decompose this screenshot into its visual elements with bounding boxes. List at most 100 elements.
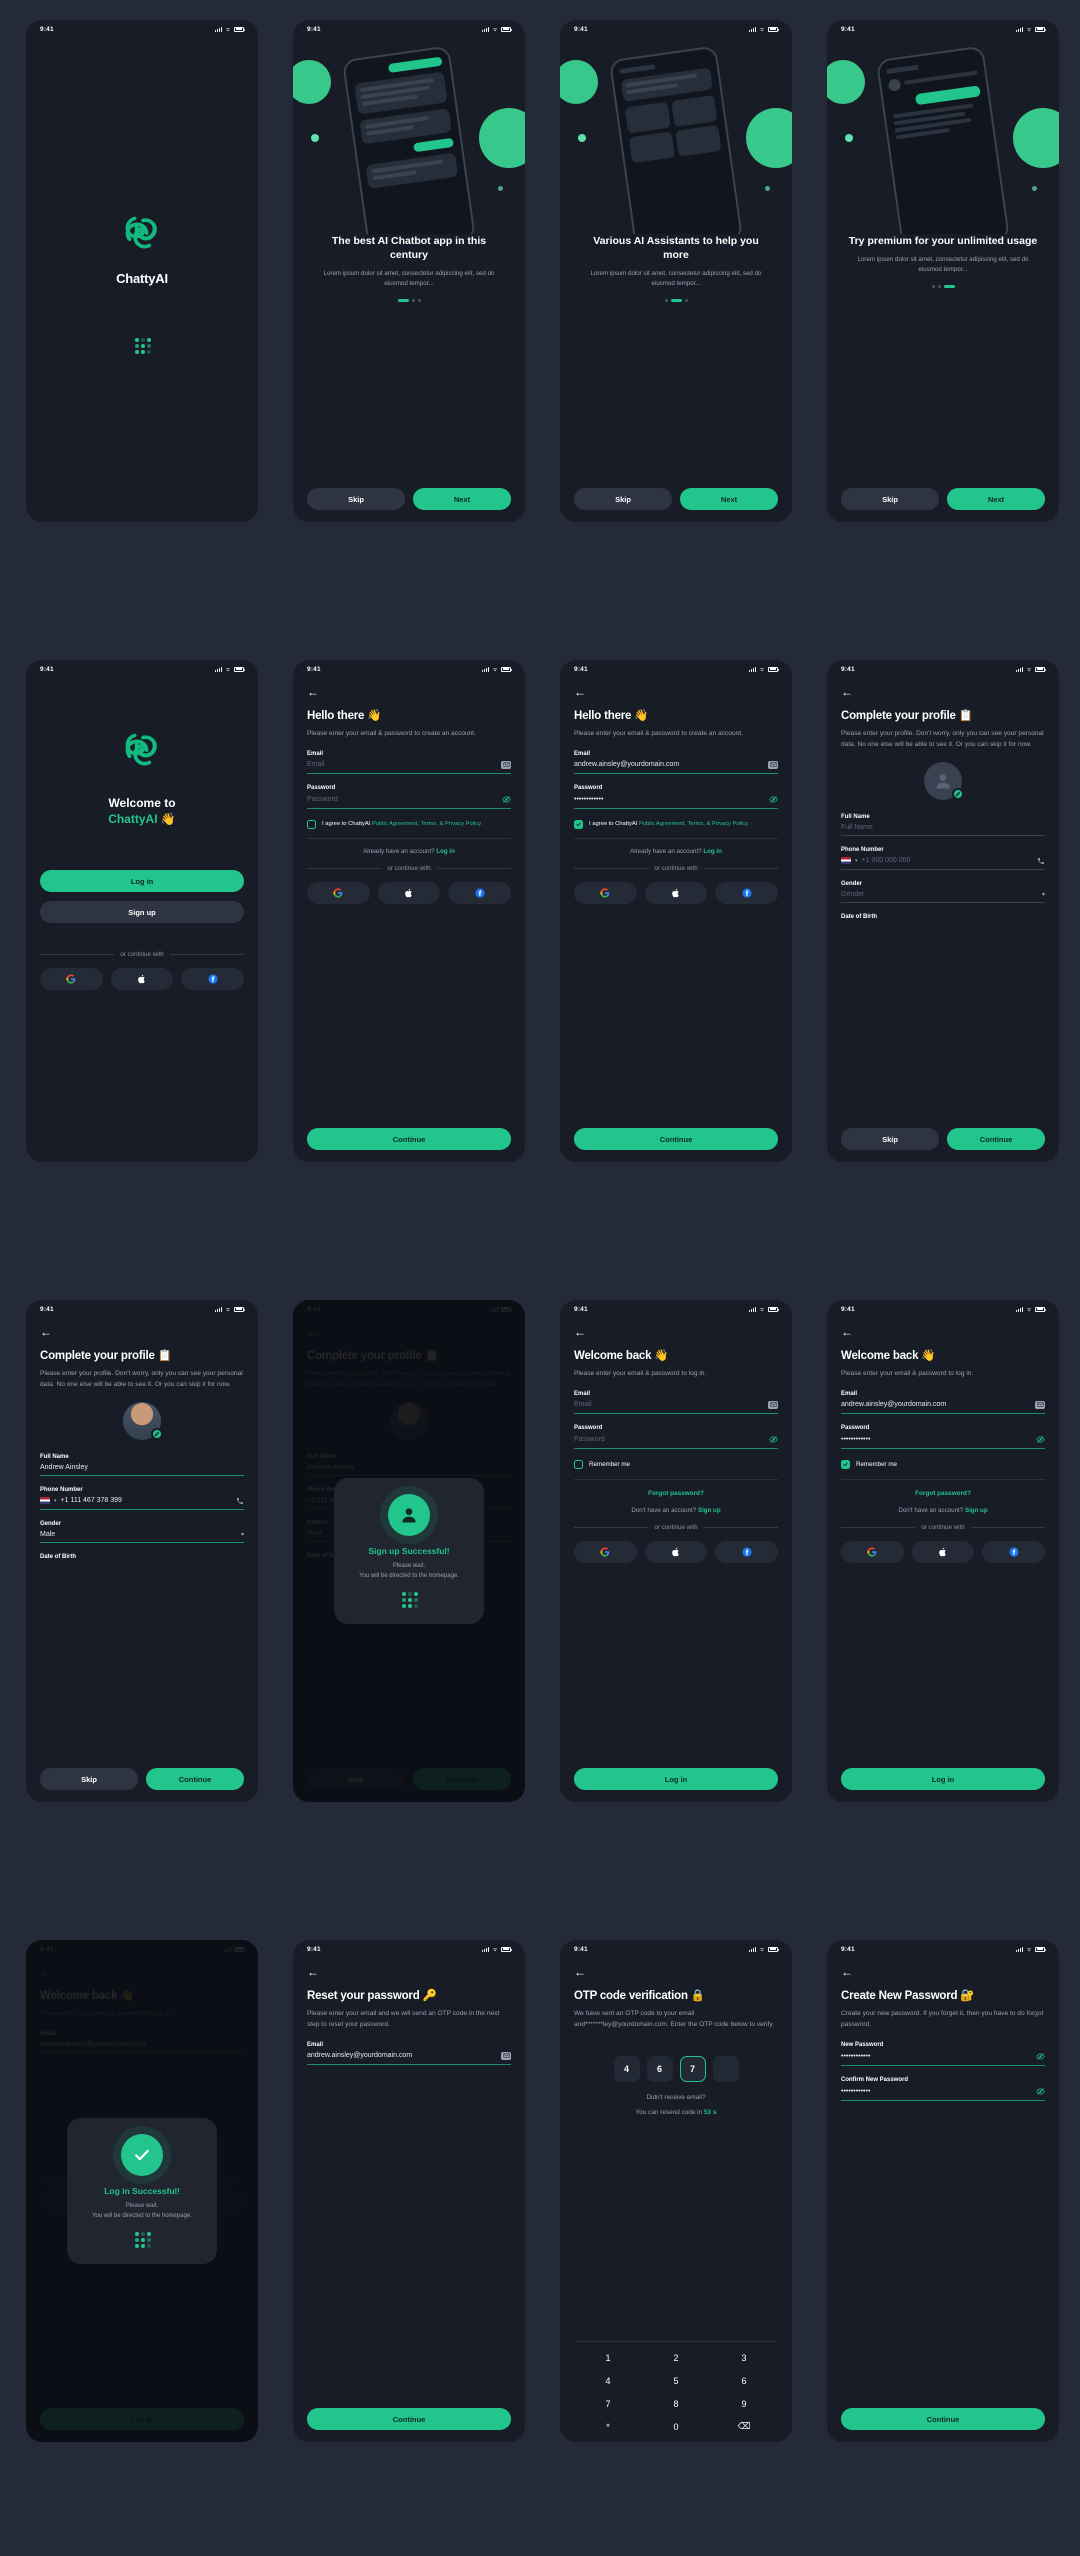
password-field[interactable]: Password <box>307 795 511 809</box>
avatar[interactable] <box>924 761 964 800</box>
password-field[interactable]: •••••••••••• <box>841 1435 1045 1449</box>
next-button[interactable]: Next <box>947 488 1045 510</box>
email-field[interactable]: andrew.ainsley@yourdomain.com <box>574 760 778 774</box>
back-button[interactable]: ← <box>40 1326 244 1338</box>
eye-off-icon[interactable] <box>1036 2052 1045 2061</box>
forgot-password-link[interactable]: Forgot password? <box>841 1490 1045 1497</box>
next-button[interactable]: Next <box>680 488 778 510</box>
back-button[interactable]: ← <box>841 1326 1045 1338</box>
facebook-login-button[interactable] <box>715 882 779 905</box>
eye-off-icon[interactable] <box>769 1435 778 1444</box>
eye-off-icon[interactable] <box>502 795 511 804</box>
back-button[interactable]: ← <box>307 686 511 698</box>
avatar[interactable] <box>123 1401 163 1440</box>
signup-button[interactable]: Sign up <box>40 901 244 923</box>
remember-me-checkbox[interactable] <box>574 1459 583 1469</box>
key-9[interactable]: 9 <box>710 2394 778 2413</box>
email-field[interactable]: andrew.ainsley@yourdomain.com <box>307 2051 511 2065</box>
back-button[interactable]: ← <box>841 686 1045 698</box>
continue-button[interactable]: Continue <box>947 1128 1045 1150</box>
eye-off-icon[interactable] <box>1036 2087 1045 2096</box>
otp-inputs[interactable]: 4 6 7 <box>574 2055 778 2082</box>
facebook-login-button[interactable] <box>715 1540 779 1563</box>
key-5[interactable]: 5 <box>642 2371 710 2390</box>
google-login-button[interactable] <box>574 882 637 905</box>
email-field[interactable]: Email <box>307 760 511 774</box>
continue-button[interactable]: Continue <box>307 1128 511 1150</box>
skip-button[interactable]: Skip <box>307 488 405 510</box>
otp-digit-4[interactable] <box>712 2055 739 2082</box>
continue-button[interactable]: Continue <box>307 2408 511 2430</box>
continue-button[interactable]: Continue <box>841 2408 1045 2430</box>
remember-me-row[interactable]: Remember me <box>841 1459 1045 1469</box>
login-button[interactable]: Log in <box>574 1768 778 1790</box>
skip-button[interactable]: Skip <box>841 1128 939 1150</box>
key-4[interactable]: 4 <box>574 2371 642 2390</box>
edit-avatar-badge[interactable] <box>151 1427 163 1440</box>
apple-login-button[interactable] <box>911 1540 975 1563</box>
skip-button[interactable]: Skip <box>40 1768 138 1790</box>
continue-button[interactable]: Continue <box>574 1128 778 1150</box>
key-0[interactable]: 0 <box>642 2417 710 2436</box>
key-6[interactable]: 6 <box>710 2371 778 2390</box>
facebook-login-button[interactable] <box>448 882 512 905</box>
apple-login-button[interactable] <box>110 968 174 990</box>
apple-login-button[interactable] <box>377 882 441 905</box>
apple-login-button[interactable] <box>644 882 708 905</box>
phone-field[interactable]: ▾ +1 111 467 378 399 <box>40 1497 244 1510</box>
email-field[interactable]: Email <box>574 1400 778 1414</box>
gender-select[interactable]: Male ▾ <box>40 1531 244 1543</box>
numeric-keypad[interactable]: 1 2 3 4 5 6 7 8 9 * 0 ⌫ <box>574 2341 778 2442</box>
terms-links[interactable]: Public Agreement, Terms, & Privacy Polic… <box>639 821 749 827</box>
key-7[interactable]: 7 <box>574 2394 642 2413</box>
login-link[interactable]: Log in <box>703 848 722 855</box>
facebook-login-button[interactable] <box>181 968 245 990</box>
otp-digit-3[interactable]: 7 <box>679 2055 706 2082</box>
apple-login-button[interactable] <box>644 1540 708 1563</box>
continue-button[interactable]: Continue <box>146 1768 244 1790</box>
confirm-password-field[interactable]: •••••••••••• <box>841 2087 1045 2101</box>
login-link[interactable]: Log in <box>436 848 455 855</box>
google-login-button[interactable] <box>574 1540 637 1563</box>
terms-checkbox[interactable] <box>574 819 583 829</box>
new-password-field[interactable]: •••••••••••• <box>841 2052 1045 2066</box>
login-button[interactable]: Log in <box>841 1768 1045 1790</box>
skip-button[interactable]: Skip <box>841 488 939 510</box>
signup-link[interactable]: Sign up <box>965 1507 988 1514</box>
key-3[interactable]: 3 <box>710 2348 778 2367</box>
back-button[interactable]: ← <box>574 1326 778 1338</box>
next-button[interactable]: Next <box>413 488 511 510</box>
password-field[interactable]: Password <box>574 1435 778 1449</box>
key-8[interactable]: 8 <box>642 2394 710 2413</box>
back-button[interactable]: ← <box>841 1966 1045 1978</box>
google-login-button[interactable] <box>841 1540 904 1563</box>
facebook-login-button[interactable] <box>982 1540 1046 1563</box>
key-backspace[interactable]: ⌫ <box>710 2417 778 2436</box>
otp-digit-2[interactable]: 6 <box>646 2055 673 2082</box>
terms-checkbox[interactable] <box>307 819 316 829</box>
eye-off-icon[interactable] <box>1036 1435 1045 1444</box>
forgot-password-link[interactable]: Forgot password? <box>574 1490 778 1497</box>
back-button[interactable]: ← <box>574 1966 778 1978</box>
full-name-field[interactable]: Full Name <box>841 824 1045 836</box>
terms-agreement[interactable]: I agree to ChattyAI Public Agreement, Te… <box>574 819 778 829</box>
eye-off-icon[interactable] <box>769 795 778 804</box>
google-login-button[interactable] <box>40 968 103 990</box>
terms-agreement[interactable]: I agree to ChattyAI Public Agreement, Te… <box>307 819 511 829</box>
skip-button[interactable]: Skip <box>574 488 672 510</box>
full-name-field[interactable]: Andrew Ainsley <box>40 1464 244 1476</box>
edit-avatar-badge[interactable] <box>952 787 964 800</box>
terms-links[interactable]: Public Agreement, Terms, & Privacy Polic… <box>372 821 482 827</box>
back-button[interactable]: ← <box>574 686 778 698</box>
back-button[interactable]: ← <box>307 1966 511 1978</box>
gender-select[interactable]: Gender ▾ <box>841 891 1045 903</box>
remember-me-row[interactable]: Remember me <box>574 1459 778 1469</box>
login-button[interactable]: Log in <box>40 870 244 892</box>
key-asterisk[interactable]: * <box>574 2417 642 2436</box>
phone-field[interactable]: ▾ +1 000 000 000 <box>841 857 1045 870</box>
key-2[interactable]: 2 <box>642 2348 710 2367</box>
otp-digit-1[interactable]: 4 <box>613 2055 640 2082</box>
key-1[interactable]: 1 <box>574 2348 642 2367</box>
email-field[interactable]: andrew.ainsley@yourdomain.com <box>841 1400 1045 1414</box>
password-field[interactable]: •••••••••••• <box>574 795 778 809</box>
